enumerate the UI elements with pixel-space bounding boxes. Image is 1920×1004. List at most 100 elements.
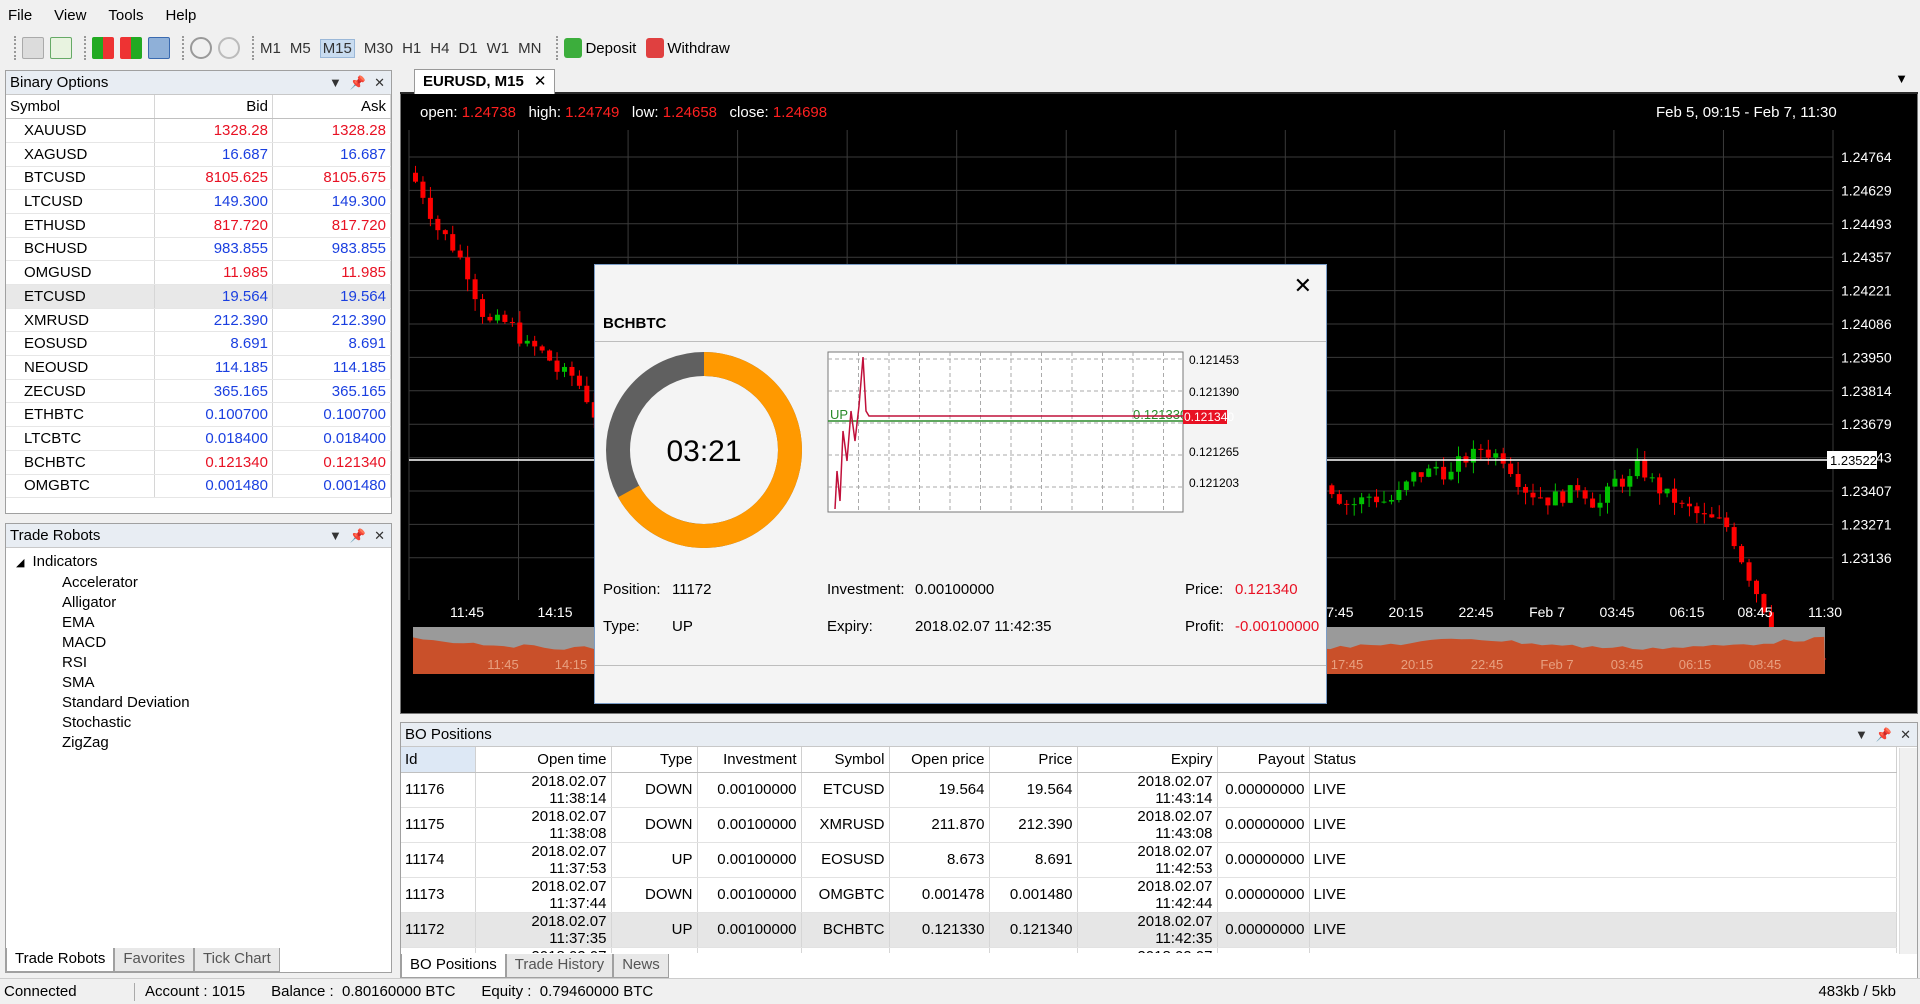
market-watch-row[interactable]: LTCBTC 0.018400 0.018400 <box>6 426 392 451</box>
market-watch-row[interactable]: ETCUSD 19.564 19.564 <box>6 284 392 309</box>
vertical-scrollbar[interactable] <box>1899 748 1917 954</box>
candle-body <box>1500 453 1506 464</box>
market-watch-row[interactable]: BCHUSD 983.855 983.855 <box>6 237 392 262</box>
close-icon[interactable]: ✕ <box>374 75 385 91</box>
withdraw-button[interactable]: Withdraw <box>646 38 730 58</box>
trade-robots-titlebar: Trade Robots ▼ 📌 ✕ <box>6 524 391 548</box>
market-watch-row[interactable]: OMGBTC 0.001480 0.001480 <box>6 474 392 499</box>
col-symbol[interactable]: Symbol <box>6 95 155 120</box>
position-row[interactable]: 111712018.02.07 11:37:30DOWN0.00100000ZE… <box>401 947 1897 953</box>
pin-icon[interactable]: 📌 <box>1876 727 1892 743</box>
position-row[interactable]: 11176 2018.02.07 11:38:14 DOWN 0.00100000 ET… <box>401 772 1897 808</box>
col-id[interactable]: Id <box>401 747 476 773</box>
tab-trade-history[interactable]: Trade History <box>505 954 614 978</box>
position-cell: BCHBTC <box>801 912 890 948</box>
col-type[interactable]: Type <box>611 747 698 773</box>
tab-news[interactable]: News <box>613 954 669 978</box>
bar-chart-icon[interactable] <box>92 37 114 59</box>
position-row[interactable]: 11175 2018.02.07 11:38:08 DOWN 0.00100000 XM… <box>401 807 1897 843</box>
position-cell: EOSUSD <box>801 842 890 878</box>
market-watch-row[interactable]: XAUUSD 1328.28 1328.28 <box>6 118 392 143</box>
market-watch-row[interactable]: XAGUSD 16.687 16.687 <box>6 142 392 167</box>
new-document-icon[interactable] <box>50 37 72 59</box>
chart-tab[interactable]: EURUSD, M15 ✕ <box>414 69 556 94</box>
col-symbol[interactable]: Symbol <box>801 747 890 773</box>
cell-bid: 817.720 <box>154 213 273 238</box>
market-watch-row[interactable]: ZECUSD 365.165 365.165 <box>6 379 392 404</box>
col-expiry[interactable]: Expiry <box>1077 747 1218 773</box>
market-watch-row[interactable]: BCHBTC 0.121340 0.121340 <box>6 450 392 475</box>
tab-trade-robots[interactable]: Trade Robots <box>6 948 115 972</box>
timeframe-m1[interactable]: M1 <box>260 40 281 57</box>
high-label: high: <box>528 104 561 121</box>
timeframe-m30[interactable]: M30 <box>364 40 393 57</box>
zoom-in-icon[interactable] <box>190 37 212 59</box>
indicator-item[interactable]: ZigZag <box>16 733 381 753</box>
close-icon[interactable]: ✕ <box>374 528 385 544</box>
timeframe-mn[interactable]: MN <box>518 40 541 57</box>
zoom-out-icon[interactable] <box>218 37 240 59</box>
col-ask[interactable]: Ask <box>272 95 392 120</box>
cell-symbol: LTCUSD <box>6 189 155 214</box>
menu-help[interactable]: Help <box>165 7 196 24</box>
deposit-button[interactable]: Deposit <box>564 38 636 58</box>
menu-tools[interactable]: Tools <box>108 7 143 24</box>
time-tick-label: 08:45 <box>1737 604 1772 620</box>
indicator-item[interactable]: RSI <box>16 653 381 673</box>
market-watch-row[interactable]: NEOUSD 114.185 114.185 <box>6 355 392 380</box>
new-order-icon[interactable] <box>22 37 44 59</box>
dropdown-icon[interactable]: ▼ <box>329 528 342 544</box>
indicator-item[interactable]: Standard Deviation <box>16 693 381 713</box>
market-watch-row[interactable]: ETHBTC 0.100700 0.100700 <box>6 402 392 428</box>
indicator-item[interactable]: Stochastic <box>16 713 381 733</box>
tree-node-indicators[interactable]: ◢ Indicators <box>16 552 381 573</box>
col-bid[interactable]: Bid <box>154 95 273 120</box>
candle-body <box>1508 463 1514 475</box>
menu-file[interactable]: File <box>8 7 32 24</box>
col-price[interactable]: Price <box>989 747 1078 773</box>
market-watch-row[interactable]: EOSUSD 8.691 8.691 <box>6 331 392 357</box>
market-watch-row[interactable]: BTCUSD 8105.625 8105.675 <box>6 166 392 191</box>
close-icon[interactable]: ✕ <box>1900 727 1911 743</box>
market-watch-row[interactable]: ETHUSD 817.720 817.720 <box>6 213 392 238</box>
market-watch-row[interactable]: OMGUSD 11.985 11.985 <box>6 260 392 285</box>
indicator-item[interactable]: EMA <box>16 613 381 633</box>
collapse-icon[interactable]: ◢ <box>16 557 24 569</box>
traffic-counter: 483kb / 5kb <box>1818 983 1896 1000</box>
timeframe-m5[interactable]: M5 <box>290 40 311 57</box>
timeframe-d1[interactable]: D1 <box>458 40 477 57</box>
indicator-item[interactable]: Alligator <box>16 593 381 613</box>
col-investment[interactable]: Investment <box>697 747 802 773</box>
market-watch-row[interactable]: XMRUSD 212.390 212.390 <box>6 308 392 333</box>
position-cell: 2018.02.07 11:38:08 <box>475 807 612 843</box>
indicator-item[interactable]: Accelerator <box>16 573 381 593</box>
position-row[interactable]: 11172 2018.02.07 11:37:35 UP 0.00100000 BCHB… <box>401 912 1897 948</box>
dropdown-icon[interactable]: ▼ <box>1855 727 1868 743</box>
indicator-item[interactable]: SMA <box>16 673 381 693</box>
dropdown-icon[interactable]: ▼ <box>329 75 342 91</box>
timeframe-h4[interactable]: H4 <box>430 40 449 57</box>
tab-bo-positions[interactable]: BO Positions <box>401 954 506 978</box>
pin-icon[interactable]: 📌 <box>350 528 366 544</box>
col-status[interactable]: Status <box>1309 747 1897 773</box>
timeframe-w1[interactable]: W1 <box>487 40 510 57</box>
close-icon[interactable]: ✕ <box>534 73 547 90</box>
pin-icon[interactable]: 📌 <box>350 75 366 91</box>
line-chart-icon[interactable] <box>148 37 170 59</box>
col-open-time[interactable]: Open time <box>475 747 612 773</box>
candlestick-chart-icon[interactable] <box>120 37 142 59</box>
close-icon[interactable]: ✕ <box>1294 273 1312 299</box>
tab-tick-chart[interactable]: Tick Chart <box>194 948 280 972</box>
position-row[interactable]: 11174 2018.02.07 11:37:53 UP 0.00100000 EOSU… <box>401 842 1897 878</box>
market-watch-row[interactable]: LTCUSD 149.300 149.300 <box>6 189 392 214</box>
timeframe-m15[interactable]: M15 <box>319 38 355 58</box>
chart-tabs-menu-icon[interactable]: ▼ <box>1895 71 1908 86</box>
col-open-price[interactable]: Open price <box>889 747 990 773</box>
menu-view[interactable]: View <box>54 7 86 24</box>
position-row[interactable]: 11173 2018.02.07 11:37:44 DOWN 0.00100000 OM… <box>401 877 1897 913</box>
timeframe-h1[interactable]: H1 <box>402 40 421 57</box>
indicator-item[interactable]: MACD <box>16 633 381 653</box>
tab-favorites[interactable]: Favorites <box>114 948 195 972</box>
col-payout[interactable]: Payout <box>1217 747 1310 773</box>
time-tick-label: 22:45 <box>1458 604 1493 620</box>
